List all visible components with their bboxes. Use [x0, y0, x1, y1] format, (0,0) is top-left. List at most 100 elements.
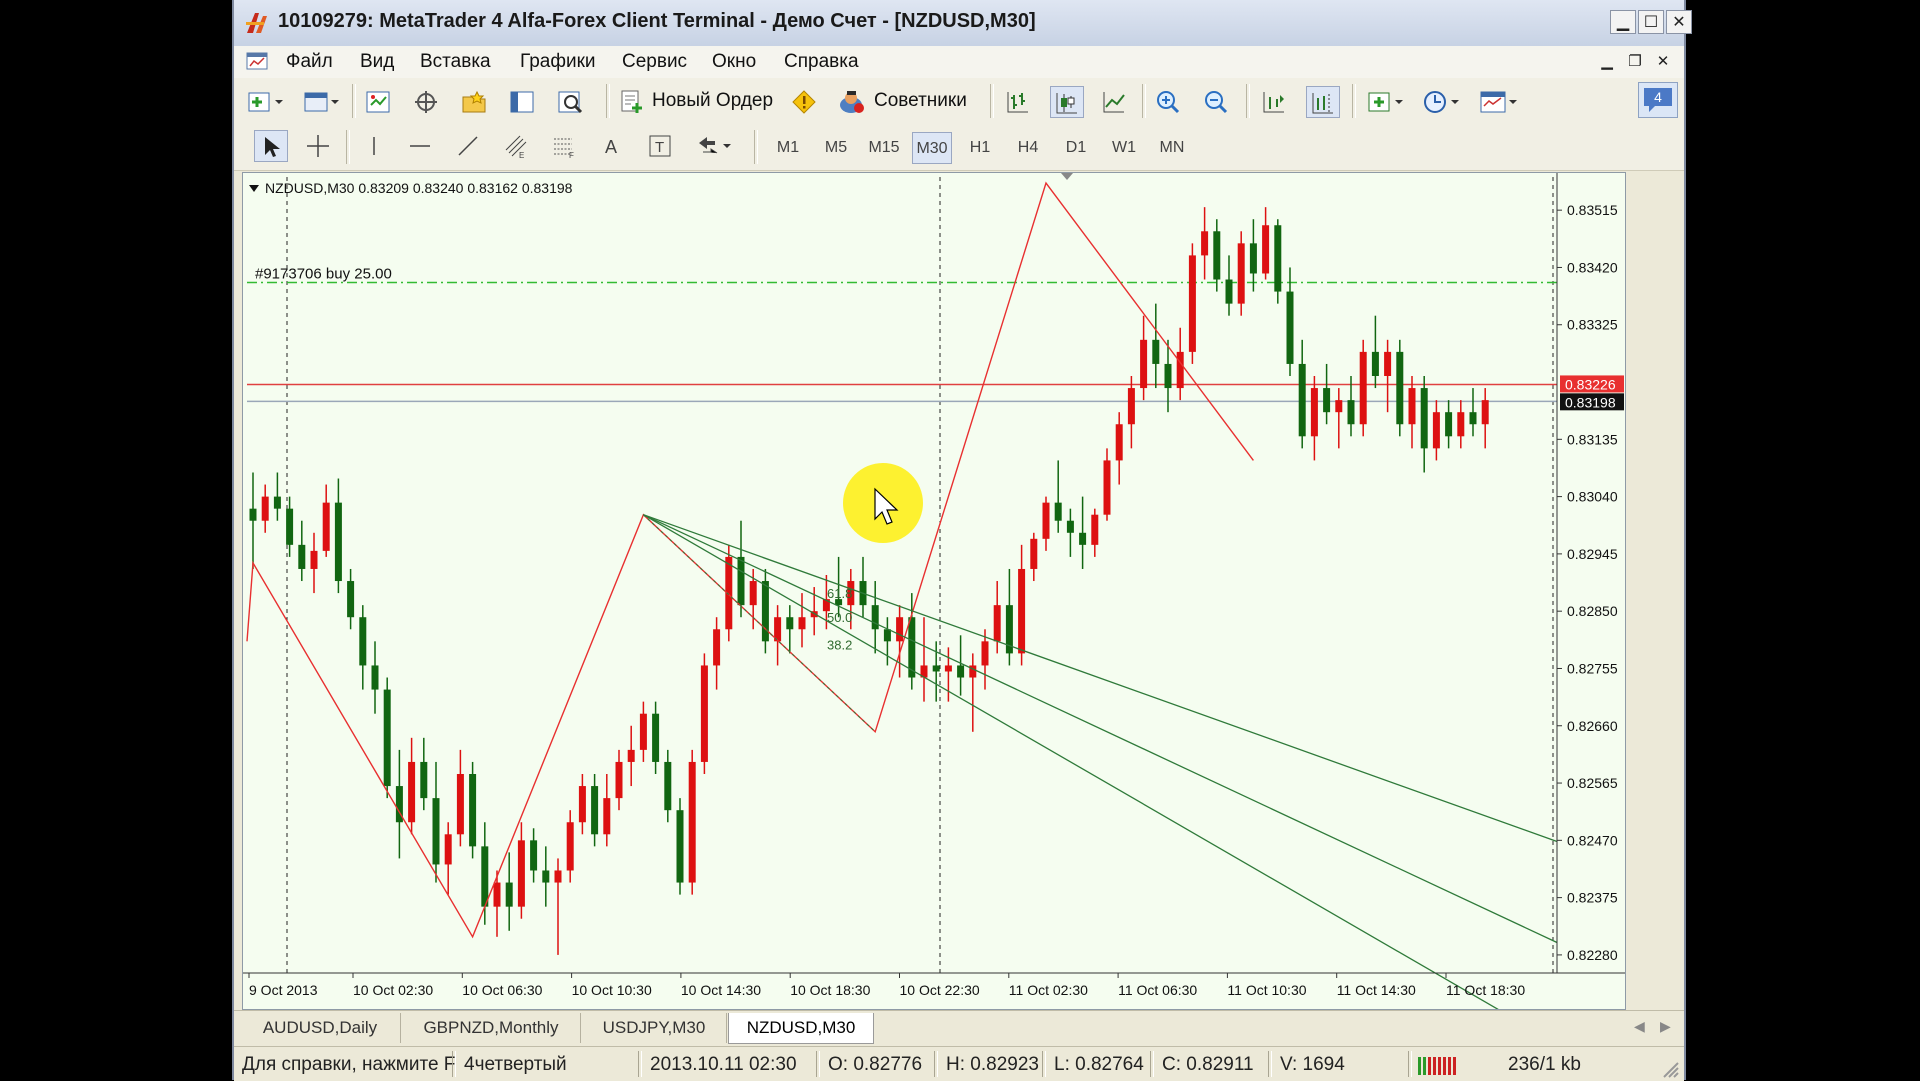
- tabs-scroll-left-icon[interactable]: ◀: [1634, 1019, 1645, 1035]
- timeframe-h4[interactable]: H4: [1008, 132, 1048, 164]
- cursor-tool-button[interactable]: [254, 130, 288, 162]
- candle-body: [639, 713, 647, 750]
- indicators-button[interactable]: [1364, 86, 1410, 118]
- menu-view[interactable]: Вид: [360, 51, 394, 73]
- timeframe-mn[interactable]: MN: [1152, 132, 1192, 164]
- candle-body: [688, 761, 696, 883]
- vertical-line-button[interactable]: [358, 130, 392, 162]
- chart-window[interactable]: #9173706 buy 25.00 61.8 50.0 38.2 0.83515 0.8…: [242, 172, 1626, 1010]
- connection-status-icon[interactable]: [1418, 1055, 1458, 1075]
- market-watch-button[interactable]: [362, 86, 396, 118]
- candle-body: [493, 882, 501, 907]
- line-chart-button[interactable]: [1098, 86, 1132, 118]
- tab-nzdusd-m30[interactable]: NZDUSD,M30: [728, 1013, 874, 1044]
- candle-body: [798, 617, 806, 630]
- title-bar[interactable]: 10109279: MetaTrader 4 Alfa-Forex Client…: [234, 0, 1692, 47]
- chart-shift-button[interactable]: [1306, 86, 1340, 118]
- svg-text:E: E: [519, 151, 524, 159]
- crosshair-tool-button[interactable]: [302, 130, 336, 162]
- candle-body: [1188, 255, 1196, 352]
- menu-help[interactable]: Справка: [784, 51, 859, 73]
- menu-insert[interactable]: Вставка: [420, 51, 491, 73]
- fib-fan-line[interactable]: [643, 514, 1557, 1009]
- candle-body: [1152, 339, 1160, 364]
- candle-body: [700, 665, 708, 762]
- text-a-icon: A: [605, 137, 617, 157]
- timeframe-d1[interactable]: D1: [1056, 132, 1096, 164]
- minimize-button[interactable]: ▁: [1610, 10, 1636, 34]
- menu-tools[interactable]: Сервис: [622, 51, 687, 73]
- candle-body: [444, 834, 452, 865]
- chart-window-icon[interactable]: [246, 51, 268, 71]
- terminal-button[interactable]: [506, 86, 540, 118]
- chart-shift-marker[interactable]: [1061, 173, 1073, 180]
- candle-body: [652, 713, 660, 762]
- timeframe-m30[interactable]: M30: [912, 132, 952, 164]
- candle-body: [578, 786, 586, 823]
- text-tool-button[interactable]: A: [596, 130, 630, 162]
- fib-fan-line[interactable]: [643, 514, 1558, 944]
- maximize-button[interactable]: ☐: [1638, 10, 1664, 34]
- tabs-scroll-right-icon[interactable]: ▶: [1660, 1019, 1671, 1035]
- metaeditor-diamond-icon: [792, 90, 816, 114]
- bar-chart-button[interactable]: [1002, 86, 1036, 118]
- menu-file[interactable]: Файл: [286, 51, 333, 73]
- status-close: C: 0.82911: [1162, 1054, 1254, 1075]
- candlestick-chart-button[interactable]: [1050, 86, 1084, 118]
- data-window-button[interactable]: [410, 86, 444, 118]
- metaeditor-button[interactable]: [788, 86, 822, 118]
- periods-button[interactable]: [1420, 86, 1466, 118]
- profiles-button[interactable]: [300, 86, 344, 118]
- timeframe-m5[interactable]: M5: [816, 132, 856, 164]
- status-bar: Для справки, нажмите F 4четвертый 2013.1…: [234, 1046, 1684, 1081]
- candle-body: [1274, 225, 1282, 292]
- resize-grip-icon[interactable]: [1658, 1057, 1680, 1079]
- fibonacci-button[interactable]: F: [548, 130, 582, 162]
- candle-body: [1127, 388, 1135, 425]
- timeframe-w1[interactable]: W1: [1104, 132, 1144, 164]
- chart-header-collapse-icon[interactable]: [249, 185, 259, 192]
- candle-body: [432, 798, 440, 865]
- close-button[interactable]: ✕: [1666, 10, 1692, 34]
- candle-body: [310, 550, 318, 569]
- tab-audusd-daily[interactable]: AUDUSD,Daily: [240, 1013, 401, 1043]
- messages-button[interactable]: 4: [1638, 82, 1678, 118]
- horizontal-line-button[interactable]: [404, 130, 438, 162]
- timeframe-h1[interactable]: H1: [960, 132, 1000, 164]
- timeframe-m15[interactable]: M15: [864, 132, 904, 164]
- trendline-button[interactable]: [452, 130, 486, 162]
- price-tick-label: 0.83135: [1567, 431, 1618, 447]
- candle-body: [1310, 388, 1318, 437]
- time-tick-label: 10 Oct 18:30: [790, 982, 870, 998]
- equidistant-channel-button[interactable]: E: [500, 130, 534, 162]
- templates-button[interactable]: [1476, 86, 1524, 118]
- auto-scroll-button[interactable]: [1258, 86, 1292, 118]
- new-chart-icon: [248, 92, 283, 112]
- candle-body: [1347, 400, 1355, 425]
- menu-window[interactable]: Окно: [712, 51, 756, 73]
- candle-body: [566, 822, 574, 871]
- tab-gbpnzd-monthly[interactable]: GBPNZD,Monthly: [402, 1013, 581, 1043]
- arrows-button[interactable]: [692, 130, 738, 162]
- bar-chart-icon: [1007, 92, 1028, 113]
- text-label-button[interactable]: T: [644, 130, 678, 162]
- zigzag-line[interactable]: [246, 181, 1254, 939]
- child-minimize-icon[interactable]: ▁: [1596, 51, 1618, 71]
- tab-usdjpy-m30[interactable]: USDJPY,M30: [582, 1013, 727, 1043]
- child-restore-icon[interactable]: ❐: [1624, 51, 1646, 71]
- fib-fan-line[interactable]: [643, 514, 1558, 843]
- candle-body: [993, 605, 1001, 642]
- menu-charts[interactable]: Графики: [520, 51, 596, 73]
- new-chart-button[interactable]: [244, 86, 288, 118]
- strategy-tester-button[interactable]: [554, 86, 588, 118]
- price-chart[interactable]: #9173706 buy 25.00 61.8 50.0 38.2 0.83515 0.8…: [243, 173, 1625, 1009]
- expert-advisors-button[interactable]: Советники: [834, 86, 978, 118]
- zoom-in-button[interactable]: [1152, 86, 1186, 118]
- candle-body: [664, 761, 672, 811]
- new-order-button[interactable]: Новый Ордер: [616, 86, 776, 118]
- child-close-icon[interactable]: ✕: [1652, 51, 1674, 71]
- navigator-button[interactable]: [458, 86, 492, 118]
- time-tick-label: 11 Oct 02:30: [1009, 982, 1088, 998]
- timeframe-m1[interactable]: M1: [768, 132, 808, 164]
- zoom-out-button[interactable]: [1200, 86, 1234, 118]
